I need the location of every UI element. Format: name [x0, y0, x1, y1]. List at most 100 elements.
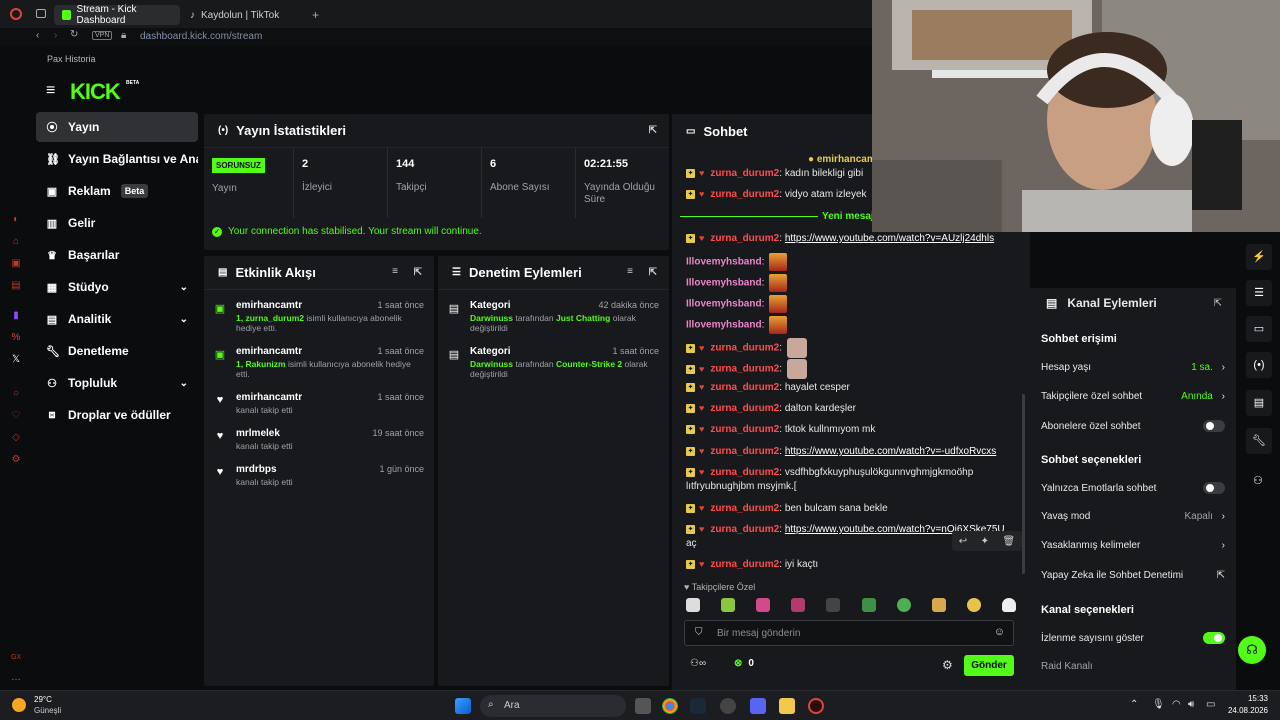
reply-icon[interactable]: ↩ — [959, 536, 967, 547]
file-explorer-icon[interactable] — [779, 698, 795, 714]
sidebar-item-yayin[interactable]: ⦿ Yayın — [36, 112, 198, 142]
chat-message[interactable]: ✦ ♥ zurna_durum2: — [686, 338, 1016, 358]
task-view-icon[interactable] — [635, 698, 651, 714]
chat-message[interactable]: Illovemyhsband: — [686, 274, 1016, 292]
tab-tiktok[interactable]: ♪ Kaydolun | TikTok — [182, 5, 308, 25]
chat-message[interactable]: ✦ ♥ zurna_durum2: https://www.youtube.com/… — [686, 445, 1016, 458]
emote-ghost2-icon[interactable] — [1001, 598, 1016, 612]
chrome-icon[interactable] — [662, 698, 678, 714]
wifi-icon[interactable]: ◠ — [1172, 699, 1181, 710]
windows-start-icon[interactable] — [455, 698, 471, 714]
delete-icon[interactable]: 🗑︎ — [1003, 536, 1016, 547]
chat-username[interactable]: zurna_durum2 — [710, 343, 779, 354]
sidebar-item-studyo[interactable]: ▦ Stüdyo ⌄ — [36, 272, 198, 302]
sidebar-item-reklam[interactable]: ▣ Reklam Beta — [36, 176, 198, 206]
chat-username[interactable]: zurna_durum2 — [710, 189, 779, 200]
more-icon[interactable]: … — [10, 672, 22, 684]
clock-date[interactable]: 24.08.2026 — [1220, 706, 1268, 715]
chat-username[interactable]: Illovemyhsband — [686, 257, 762, 268]
weather-sun-icon[interactable] — [12, 698, 26, 712]
chat-message[interactable]: ✦ ♥ zurna_durum2: https://www.youtube.com/… — [686, 232, 1016, 245]
activity-list-icon[interactable]: ☰ — [1246, 280, 1272, 306]
chat-message[interactable]: lıtfryubnughjbm msyjmk.[ — [686, 480, 1016, 493]
emote-cool-icon[interactable] — [966, 598, 981, 612]
followers-chat-row[interactable]: Takipçilere özel sohbet Anında › — [1041, 391, 1225, 402]
gx-icon[interactable]: GX — [10, 652, 22, 664]
raid-channel-row[interactable]: Raid Kanalı — [1041, 661, 1225, 672]
sidebar-item-droplar[interactable]: ⧈ Droplar ve ödüller — [36, 400, 198, 430]
sidebar-item-gelir[interactable]: ▥ Gelir — [36, 208, 198, 238]
url-field[interactable]: dashboard.kick.com/stream — [140, 31, 262, 42]
chat-message[interactable]: ✦ ♥ zurna_durum2: vsdfhbgfxkuyphuşulökgunn… — [686, 466, 1016, 479]
pin-message-icon[interactable]: ✦ — [981, 536, 989, 547]
emote-red-icon[interactable] — [791, 598, 806, 612]
slow-mode-row[interactable]: Yavaş mod Kapalı › — [1041, 511, 1225, 522]
chat-message[interactable]: Illovemyhsband: — [686, 295, 1016, 313]
percent-icon[interactable]: % — [10, 332, 22, 344]
chat-input[interactable]: ⛉ Bir mesaj gönderin ☺ — [684, 620, 1014, 646]
popout-icon[interactable]: ⇱ — [649, 267, 657, 278]
chat-message[interactable]: ✦ ♥ zurna_durum2: dalton kardeşler — [686, 402, 1016, 415]
sidebar-item-basarilar[interactable]: ♛ Başarılar — [36, 240, 198, 270]
chat-username[interactable]: zurna_durum2 — [710, 403, 779, 414]
chat-message[interactable]: Illovemyhsband: — [686, 253, 1016, 271]
emote-bb-icon[interactable] — [721, 598, 736, 612]
ai-moderation-row[interactable]: Yapay Zeka ile Sohbet Denetimi ⇱ — [1041, 570, 1225, 581]
menu-icon[interactable]: ≡ — [46, 82, 55, 100]
chat-message[interactable]: ✦ ♥ zurna_durum2: ben bulcam sana bekle — [686, 502, 1016, 515]
chat-settings-icon[interactable]: ⚙ — [942, 658, 953, 672]
filter-icon[interactable]: ≡ — [392, 266, 398, 277]
popout-icon[interactable]: ⇱ — [414, 267, 422, 278]
twitch-icon[interactable]: ▮ — [10, 310, 22, 322]
chat-message[interactable]: ✦ ♥ zurna_durum2: iyi kaçtı — [686, 558, 1016, 571]
moderation-actor[interactable]: Darwinuss — [470, 313, 513, 323]
account-age-row[interactable]: Hesap yaşı 1 sa. › — [1041, 362, 1225, 373]
users-icon[interactable]: ⚇∞ — [690, 658, 706, 669]
wrench-icon[interactable]: 🔧︎ — [1246, 428, 1272, 454]
sidebar-item-topluluk[interactable]: ⚇ Topluluk ⌄ — [36, 368, 198, 398]
chat-message[interactable]: Illovemyhsband: — [686, 316, 1016, 334]
mail-icon[interactable]: ▤ — [10, 280, 22, 292]
lock-icon[interactable]: 🔒︎ — [121, 30, 126, 41]
history-icon[interactable]: ○ — [10, 388, 22, 400]
heart-outline-icon[interactable]: ♡ — [10, 410, 22, 422]
vpn-badge[interactable]: VPN — [92, 31, 113, 40]
clock-time[interactable]: 15:33 — [1228, 694, 1268, 703]
filter-icon[interactable]: ≡ — [627, 266, 633, 277]
app-icon[interactable] — [720, 698, 736, 714]
chat-username[interactable]: zurna_durum2 — [710, 503, 779, 514]
chat-scrollbar[interactable] — [1022, 394, 1025, 574]
emote-car-icon[interactable] — [861, 598, 876, 612]
subs-chat-toggle[interactable] — [1203, 420, 1225, 432]
settings-icon[interactable]: ⚙ — [10, 454, 22, 466]
moderation-icon[interactable]: ▤ — [1246, 390, 1272, 416]
channel-points[interactable]: ⊗ 0 — [734, 658, 754, 669]
chat-message[interactable]: ✦ ♥ zurna_durum2: hayalet cesper — [686, 381, 1016, 394]
reload-icon[interactable]: ↻ — [70, 29, 78, 40]
kick-logo[interactable]: KICK — [70, 79, 121, 105]
chat-username[interactable]: Illovemyhsband — [686, 278, 762, 289]
quick-action-icon[interactable]: ⚡ — [1246, 244, 1272, 270]
show-viewers-toggle[interactable] — [1203, 632, 1225, 644]
popout-icon[interactable]: ⇱ — [649, 125, 657, 136]
chat-username[interactable]: zurna_durum2 — [710, 382, 779, 393]
chat-username[interactable]: zurna_durum2 — [710, 559, 779, 570]
weather-label[interactable]: Güneşli — [34, 706, 61, 715]
help-headset-icon[interactable]: ☊ — [1238, 636, 1266, 664]
add-widget-icon[interactable]: ⚇ — [1253, 474, 1263, 487]
bookmark-pax-historia[interactable]: Pax Historia — [47, 54, 96, 64]
battery-icon[interactable]: ▭ — [1206, 699, 1215, 710]
tray-chevron-icon[interactable]: ⌃ — [1130, 699, 1138, 710]
chat-username[interactable]: zurna_durum2 — [710, 424, 779, 435]
opera-gx-icon[interactable] — [808, 698, 824, 714]
chat-username[interactable]: Illovemyhsband — [686, 299, 762, 310]
aria-icon[interactable]: ◐ — [10, 214, 22, 226]
popout-icon[interactable]: ⇱ — [1214, 298, 1222, 309]
chat-username[interactable]: Illovemyhsband — [686, 320, 762, 331]
pinned-gift-banner[interactable]: ● emirhancam — [808, 154, 876, 165]
taskbar-search[interactable]: ⌕ Ara — [480, 695, 626, 717]
sidebar-item-denetleme[interactable]: 🔧︎ Denetleme — [36, 336, 198, 366]
chat-panel-icon[interactable]: ▭ — [1246, 316, 1272, 342]
chat-username[interactable]: zurna_durum2 — [710, 467, 779, 478]
microphone-icon[interactable]: 🎙︎ — [1152, 699, 1165, 710]
